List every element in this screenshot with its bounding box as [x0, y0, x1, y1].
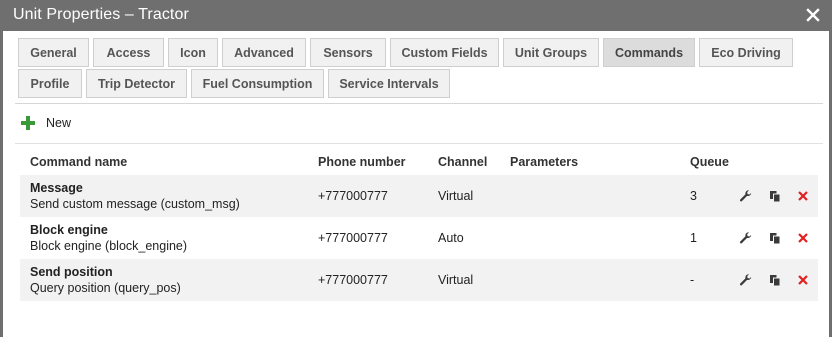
phone-number: +777000777: [318, 231, 388, 245]
header-command-name: Command name: [30, 155, 128, 169]
tab-service-intervals[interactable]: Service Intervals: [328, 69, 450, 98]
table-row[interactable]: Message Send custom message (custom_msg)…: [20, 175, 818, 217]
delete-icon[interactable]: [796, 231, 810, 245]
wrench-icon[interactable]: [739, 189, 753, 203]
command-description: Send custom message (custom_msg): [30, 197, 240, 211]
table-header: Command name Phone number Channel Parame…: [20, 148, 818, 175]
wrench-icon[interactable]: [739, 273, 753, 287]
queue-count: -: [690, 273, 695, 287]
tab-fuel-consumption[interactable]: Fuel Consumption: [191, 69, 324, 98]
header-queue: Queue: [690, 155, 729, 169]
tab-advanced[interactable]: Advanced: [222, 38, 306, 67]
copy-icon[interactable]: [768, 231, 782, 245]
tab-label: Custom Fields: [401, 45, 488, 60]
command-name: Block engine: [30, 223, 108, 237]
table-row[interactable]: Send position Query position (query_pos)…: [20, 259, 818, 301]
copy-icon[interactable]: [768, 273, 782, 287]
command-description: Query position (query_pos): [30, 281, 181, 295]
delete-icon[interactable]: [796, 273, 810, 287]
tab-label: Access: [106, 45, 151, 60]
phone-number: +777000777: [318, 273, 388, 287]
tab-label: General: [30, 45, 77, 60]
dialog-titlebar: Unit Properties – Tractor: [0, 0, 832, 31]
tab-label: Commands: [614, 45, 684, 60]
header-parameters: Parameters: [510, 155, 579, 169]
tab-bar: General Access Icon Advanced Sensors Cus…: [15, 38, 823, 104]
channel: Virtual: [438, 189, 474, 203]
tab-label: Sensors: [323, 45, 373, 60]
wrench-icon[interactable]: [739, 231, 753, 245]
new-command-button[interactable]: New: [21, 113, 71, 133]
header-phone-number: Phone number: [318, 155, 406, 169]
tab-access[interactable]: Access: [93, 38, 164, 67]
delete-icon[interactable]: [796, 189, 810, 203]
tab-unit-groups[interactable]: Unit Groups: [503, 38, 599, 67]
tab-general[interactable]: General: [18, 38, 89, 67]
tab-custom-fields[interactable]: Custom Fields: [390, 38, 499, 67]
tab-label: Icon: [180, 45, 206, 60]
tab-sensors[interactable]: Sensors: [310, 38, 386, 67]
plus-icon: [21, 116, 35, 130]
commands-table: Command name Phone number Channel Parame…: [20, 148, 818, 301]
channel: Virtual: [438, 273, 474, 287]
divider: [15, 143, 823, 144]
command-description: Block engine (block_engine): [30, 239, 188, 253]
header-channel: Channel: [438, 155, 488, 169]
dialog-title: Unit Properties – Tractor: [13, 6, 189, 23]
tab-label: Service Intervals: [339, 76, 439, 91]
tab-label: Trip Detector: [97, 76, 176, 91]
new-label: New: [46, 116, 72, 130]
close-button[interactable]: [803, 5, 823, 25]
copy-icon[interactable]: [768, 189, 782, 203]
tab-label: Unit Groups: [514, 45, 588, 60]
queue-count: 3: [690, 189, 697, 203]
table-row[interactable]: Block engine Block engine (block_engine)…: [20, 217, 818, 259]
tab-eco-driving[interactable]: Eco Driving: [699, 38, 793, 67]
tab-label: Eco Driving: [711, 45, 781, 60]
tab-label: Advanced: [234, 45, 294, 60]
tab-icon[interactable]: Icon: [168, 38, 218, 67]
tab-commands[interactable]: Commands: [603, 38, 695, 67]
channel: Auto: [438, 231, 464, 245]
command-name: Message: [30, 181, 83, 195]
queue-count: 1: [690, 231, 697, 245]
unit-properties-dialog: Unit Properties – Tractor General Access…: [0, 0, 832, 337]
tab-trip-detector[interactable]: Trip Detector: [86, 69, 187, 98]
command-name: Send position: [30, 265, 113, 279]
phone-number: +777000777: [318, 189, 388, 203]
tab-profile[interactable]: Profile: [18, 69, 82, 98]
close-icon: [806, 8, 820, 22]
tab-label: Fuel Consumption: [202, 76, 313, 91]
tab-label: Profile: [30, 76, 70, 91]
